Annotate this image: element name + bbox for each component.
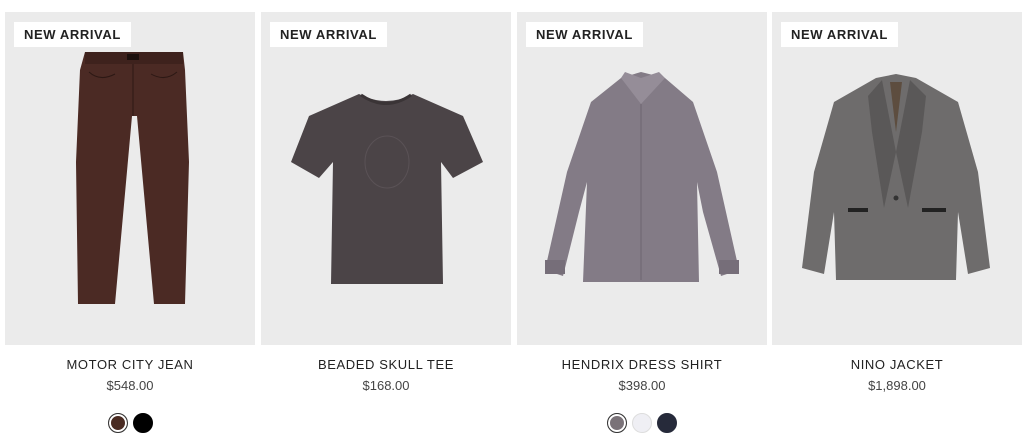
product-card-beaded-skull-tee[interactable]: NEW ARRIVAL BEADED SKULL TEE $168.00 bbox=[261, 12, 511, 448]
product-name[interactable]: HENDRIX DRESS SHIRT bbox=[517, 357, 767, 372]
jeans-image bbox=[76, 52, 189, 304]
product-price: $398.00 bbox=[618, 378, 666, 393]
product-image-link[interactable]: NEW ARRIVAL bbox=[5, 12, 255, 345]
dress-shirt-image bbox=[545, 72, 739, 282]
product-name[interactable]: BEADED SKULL TEE bbox=[261, 357, 511, 372]
product-price: $1,898.00 bbox=[868, 378, 926, 393]
color-swatch-brown[interactable] bbox=[107, 413, 128, 433]
product-image-link[interactable]: NEW ARRIVAL bbox=[261, 12, 511, 345]
color-swatch-white[interactable] bbox=[632, 413, 652, 433]
product-card-motor-city-jean[interactable]: NEW ARRIVAL MOTOR CITY JEAN $548.00 bbox=[5, 12, 255, 448]
new-arrival-badge: NEW ARRIVAL bbox=[14, 22, 131, 47]
product-grid: NEW ARRIVAL MOTOR CITY JEAN $548.00 NEW … bbox=[5, 12, 1022, 448]
product-price: $548.00 bbox=[106, 378, 154, 393]
product-image-link[interactable]: NEW ARRIVAL bbox=[517, 12, 767, 345]
jacket-image bbox=[802, 74, 990, 280]
new-arrival-badge: NEW ARRIVAL bbox=[526, 22, 643, 47]
tshirt-image bbox=[291, 93, 483, 284]
product-image-link[interactable]: NEW ARRIVAL bbox=[772, 12, 1022, 345]
product-name[interactable]: MOTOR CITY JEAN bbox=[5, 357, 255, 372]
color-swatches bbox=[5, 413, 255, 435]
product-card-hendrix-dress-shirt[interactable]: NEW ARRIVAL HENDRIX DRESS SHIRT $398.00 bbox=[517, 12, 767, 448]
color-swatch-grey[interactable] bbox=[607, 413, 627, 433]
product-price: $168.00 bbox=[362, 378, 410, 393]
color-swatch-black[interactable] bbox=[132, 413, 153, 433]
new-arrival-badge: NEW ARRIVAL bbox=[270, 22, 387, 47]
color-swatches bbox=[517, 413, 767, 435]
new-arrival-badge: NEW ARRIVAL bbox=[781, 22, 898, 47]
product-card-nino-jacket[interactable]: NEW ARRIVAL NINO JACKET $1,898.00 bbox=[772, 12, 1022, 448]
product-name[interactable]: NINO JACKET bbox=[772, 357, 1022, 372]
color-swatch-navy[interactable] bbox=[657, 413, 677, 433]
